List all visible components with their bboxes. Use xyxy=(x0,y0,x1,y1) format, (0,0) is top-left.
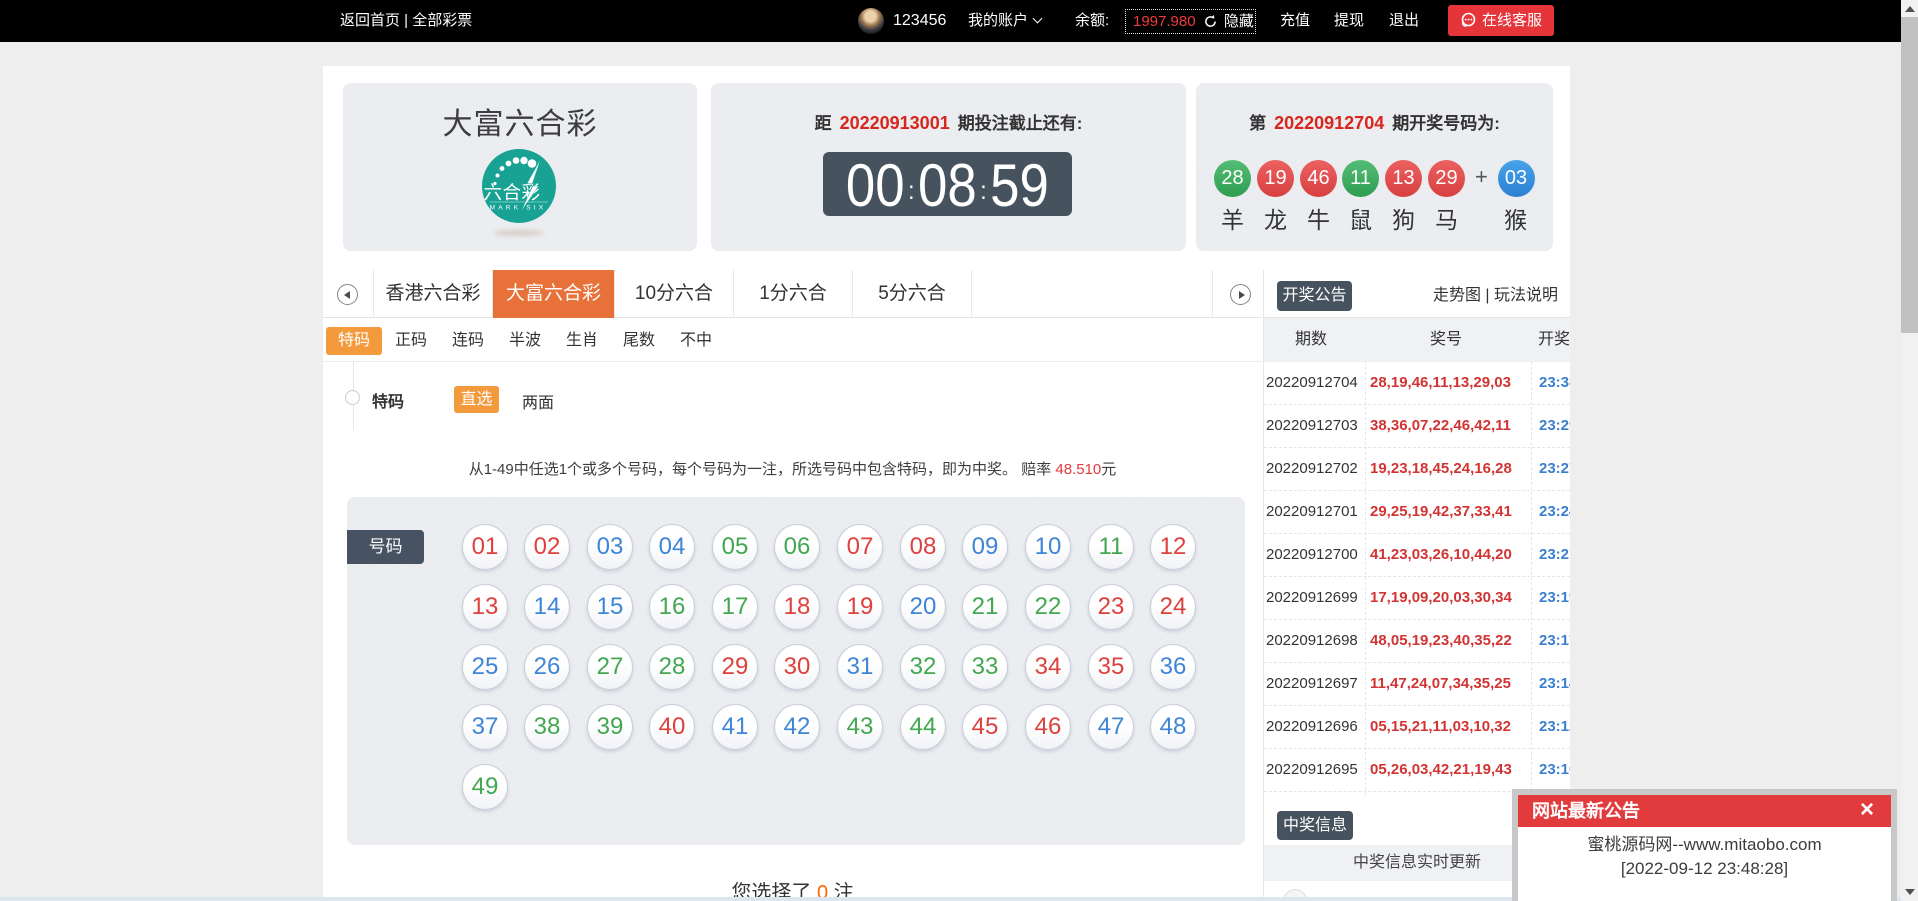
svg-text:MARK SIX: MARK SIX xyxy=(490,205,547,212)
